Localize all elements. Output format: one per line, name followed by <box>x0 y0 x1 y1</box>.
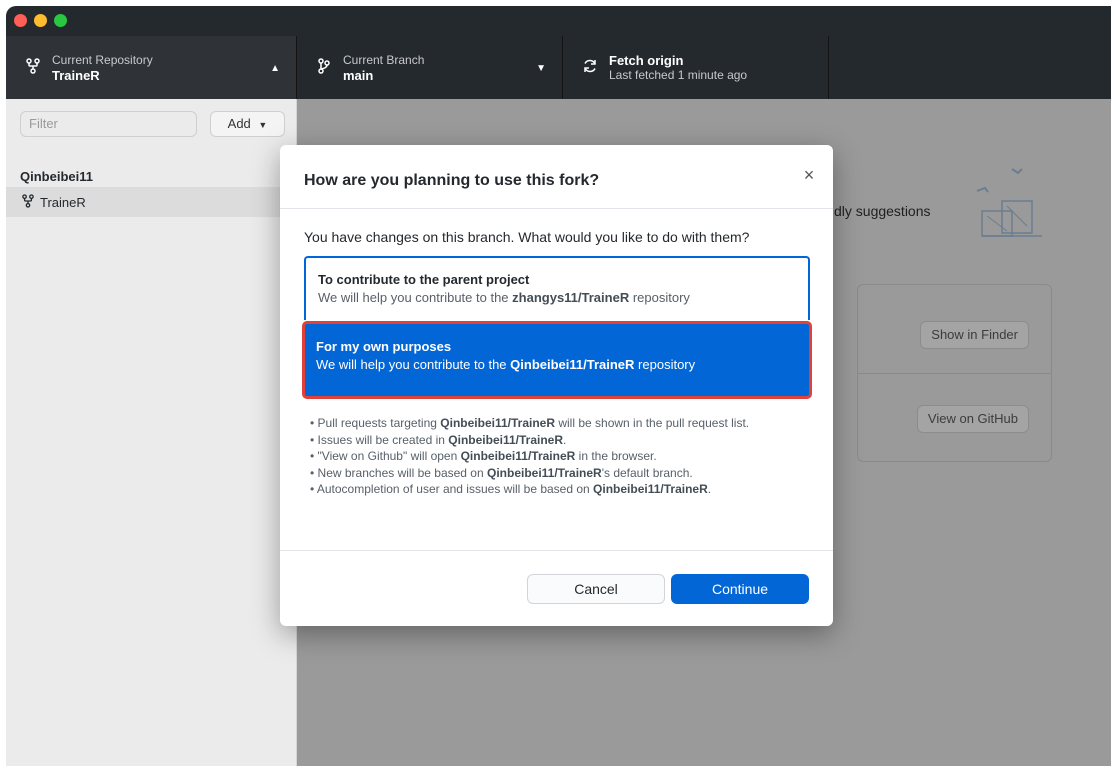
filter-input[interactable]: Filter <box>20 111 197 137</box>
option-description: We will help you contribute to the Qinbe… <box>316 357 696 372</box>
current-repository-label: Current Repository <box>52 52 153 67</box>
suggestions-illustration <box>976 168 1042 237</box>
sync-icon <box>579 58 601 78</box>
option-contribute-parent[interactable]: To contribute to the parent project We w… <box>304 256 810 320</box>
zoom-window-button[interactable] <box>54 14 67 27</box>
close-window-button[interactable] <box>14 14 27 27</box>
option-own-purposes[interactable]: For my own purposes We will help you con… <box>302 321 812 399</box>
minimize-window-button[interactable] <box>34 14 47 27</box>
repository-sidebar: Filter Add ▼ Qinbeibei11 TraineR <box>6 99 297 766</box>
repository-list-item[interactable]: TraineR <box>6 187 296 217</box>
view-on-github-button[interactable]: View on GitHub <box>916 405 1029 433</box>
consequence-list: • Pull requests targeting Qinbeibei11/Tr… <box>310 415 810 498</box>
fetch-origin-label: Fetch origin <box>609 52 684 68</box>
current-branch-button[interactable]: Current Branch main ▼ <box>297 36 563 99</box>
show-in-finder-button[interactable]: Show in Finder <box>920 321 1029 349</box>
list-item: • Issues will be created in Qinbeibei11/… <box>310 432 567 447</box>
suggestion-cards: Show in Finder View on GitHub <box>857 284 1052 462</box>
current-branch-name: main <box>343 67 374 83</box>
last-fetched-text: Last fetched 1 minute ago <box>609 67 748 82</box>
list-item: • Pull requests targeting Qinbeibei11/Tr… <box>310 416 750 430</box>
git-branch-icon <box>313 57 335 78</box>
continue-button[interactable]: Continue <box>671 574 809 604</box>
option-title: For my own purposes <box>316 339 452 354</box>
suggestions-heading: dly suggestions <box>834 203 931 219</box>
list-item: • New branches will be based on Qinbeibe… <box>310 465 693 480</box>
cancel-button[interactable]: Cancel <box>527 574 665 604</box>
fork-usage-dialog: How are you planning to use this fork? ×… <box>280 145 833 626</box>
dialog-question: You have changes on this branch. What wo… <box>304 229 750 245</box>
repository-name: TraineR <box>40 194 86 210</box>
current-repository-button[interactable]: Current Repository TraineR ▲ <box>6 36 297 99</box>
repository-group-header: Qinbeibei11 <box>20 169 93 184</box>
fetch-origin-button[interactable]: Fetch origin Last fetched 1 minute ago <box>563 36 829 99</box>
toolbar: Current Repository TraineR ▲ Current Bra… <box>6 36 1111 99</box>
dialog-title: How are you planning to use this fork? <box>304 172 600 189</box>
chevron-up-icon: ▲ <box>270 63 280 74</box>
option-description: We will help you contribute to the zhang… <box>318 290 690 305</box>
title-bar <box>6 6 1111 36</box>
repo-forked-icon <box>22 57 44 78</box>
close-icon[interactable]: × <box>799 165 819 189</box>
card-divider <box>858 373 1051 374</box>
list-item: • "View on Github" will open Qinbeibei11… <box>310 449 657 463</box>
repo-forked-icon <box>22 193 34 211</box>
option-title: To contribute to the parent project <box>318 272 530 287</box>
current-branch-label: Current Branch <box>343 52 425 67</box>
dialog-footer-divider <box>280 550 833 551</box>
current-repository-name: TraineR <box>52 67 100 83</box>
dialog-header-divider <box>280 208 833 209</box>
add-button-label: Add <box>227 116 251 131</box>
list-item: • Autocompletion of user and issues will… <box>310 482 712 496</box>
chevron-down-icon: ▼ <box>258 120 268 130</box>
chevron-down-icon: ▼ <box>536 63 546 74</box>
add-button[interactable]: Add ▼ <box>210 111 285 137</box>
